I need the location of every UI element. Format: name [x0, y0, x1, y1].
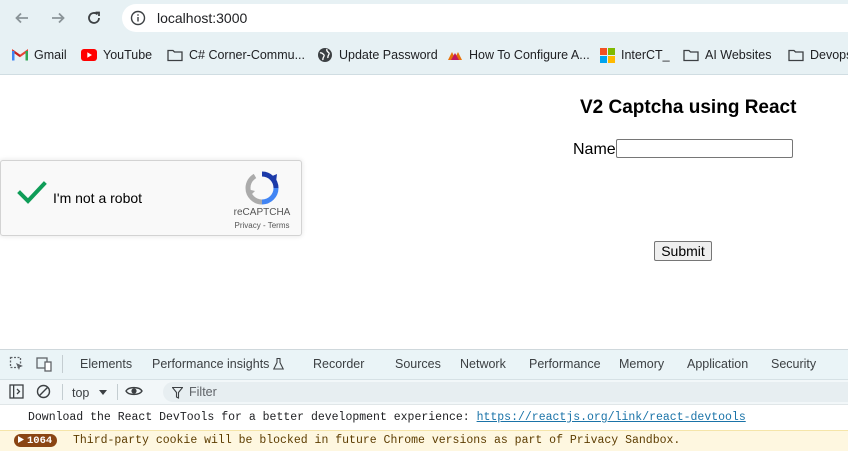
bookmark-label: InterCT_ [621, 48, 670, 62]
checkmark-icon[interactable] [17, 181, 47, 210]
warning-text: Third-party cookie will be blocked in fu… [73, 434, 681, 447]
warning-count: 1064 [27, 434, 53, 447]
folder-icon [683, 47, 699, 63]
bookmark-label: How To Configure A... [469, 48, 590, 62]
recaptcha-label[interactable]: I'm not a robot [53, 190, 142, 206]
bookmark-how-to-configure[interactable]: How To Configure A... [447, 46, 590, 64]
flask-icon [272, 357, 284, 373]
react-devtools-link[interactable]: https://reactjs.org/link/react-devtools [477, 411, 746, 424]
forward-arrow-icon[interactable] [48, 8, 68, 28]
submit-button[interactable]: Submit [654, 241, 712, 261]
site-info-icon[interactable] [130, 10, 146, 31]
clear-console-icon[interactable] [36, 384, 51, 404]
bookmark-youtube[interactable]: YouTube [81, 46, 152, 64]
divider [62, 355, 63, 373]
browser-toolbar: localhost:3000 [0, 0, 848, 36]
recaptcha-logo-icon [245, 171, 279, 210]
bookmark-label: YouTube [103, 48, 153, 62]
filter-placeholder: Filter [189, 385, 217, 399]
tab-sources[interactable]: Sources [395, 357, 441, 371]
windows-icon [599, 47, 615, 63]
divider [62, 384, 63, 400]
console-message-warning: 1064 Third-party cookie will be blocked … [0, 430, 848, 451]
tab-elements[interactable]: Elements [80, 357, 132, 371]
sidebar-toggle-icon[interactable] [9, 384, 24, 404]
name-input[interactable] [616, 139, 793, 158]
warning-count-badge[interactable]: 1064 [14, 434, 58, 447]
bookmark-label: Gmail [34, 48, 67, 62]
console-message-text: Download the React DevTools for a better… [28, 411, 477, 424]
device-toggle-icon[interactable] [36, 356, 52, 377]
url-text[interactable]: localhost:3000 [157, 10, 247, 26]
bookmark-folder-devops[interactable]: Devops [788, 46, 848, 64]
tab-performance-insights[interactable]: Performance insights [152, 357, 284, 373]
context-selector[interactable]: top [72, 385, 107, 400]
filter-icon [171, 386, 184, 404]
bookmark-label: C# Corner-Commu... [189, 48, 305, 62]
bookmark-interct[interactable]: InterCT_ [599, 46, 670, 64]
reload-icon[interactable] [84, 8, 104, 28]
eye-icon[interactable] [125, 384, 143, 403]
filter-input[interactable]: Filter [163, 382, 848, 402]
bookmark-update-password[interactable]: Update Password [317, 46, 438, 64]
recaptcha-links[interactable]: Privacy - Terms [227, 221, 297, 230]
inspect-element-icon[interactable] [9, 356, 25, 377]
dropdown-arrow-icon [98, 385, 107, 399]
page-content: V2 Captcha using React Name I'm not a ro… [0, 75, 848, 349]
site-icon [447, 47, 463, 63]
divider [117, 384, 118, 400]
devtools-tab-bar: Elements Performance insights Recorder S… [0, 350, 848, 380]
bookmark-folder-csharp-corner[interactable]: C# Corner-Commu... [167, 46, 305, 64]
back-arrow-icon[interactable] [12, 8, 32, 28]
console-message-info: Download the React DevTools for a better… [28, 411, 746, 424]
bookmarks-bar: Gmail YouTube C# Corner-Commu... Update … [0, 36, 848, 75]
folder-icon [788, 47, 804, 63]
tab-memory[interactable]: Memory [619, 357, 664, 371]
tab-network[interactable]: Network [460, 357, 506, 371]
devtools-panel: Elements Performance insights Recorder S… [0, 349, 848, 455]
name-label: Name [573, 141, 616, 158]
bookmark-gmail[interactable]: Gmail [12, 46, 67, 64]
globe-icon [317, 47, 333, 63]
context-value: top [72, 386, 90, 400]
expand-triangle-icon [18, 435, 24, 447]
tab-performance[interactable]: Performance [529, 357, 601, 371]
tab-label: Performance insights [152, 357, 270, 371]
console-toolbar: top Filter [0, 380, 848, 405]
page-title: V2 Captcha using React [580, 97, 797, 118]
address-bar[interactable]: localhost:3000 [122, 4, 848, 32]
recaptcha-widget: I'm not a robot reCAPTCHA Privacy - Term… [0, 160, 302, 236]
gmail-icon [12, 47, 28, 63]
tab-security[interactable]: Security [771, 357, 816, 371]
folder-icon [167, 47, 183, 63]
recaptcha-brand: reCAPTCHA [233, 207, 291, 218]
bookmark-folder-ai-websites[interactable]: AI Websites [683, 46, 771, 64]
bookmark-label: Devops [810, 48, 848, 62]
bookmark-label: AI Websites [705, 48, 772, 62]
bookmark-label: Update Password [339, 48, 438, 62]
tab-application[interactable]: Application [687, 357, 748, 371]
tab-recorder[interactable]: Recorder [313, 357, 364, 371]
youtube-icon [81, 47, 97, 63]
